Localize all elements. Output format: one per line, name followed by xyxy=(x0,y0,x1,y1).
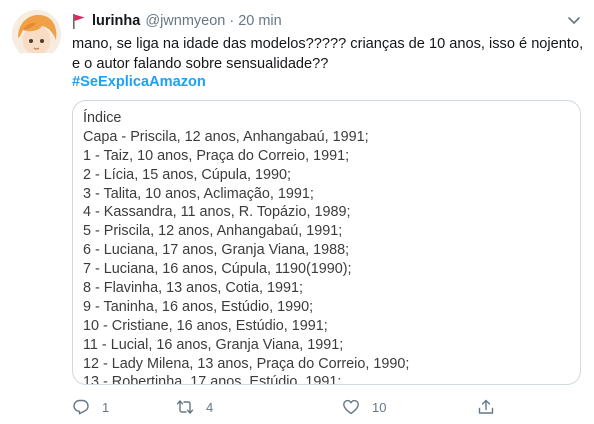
document-line: 4 - Kassandra, 11 anos, R. Topázio, 1989… xyxy=(83,204,351,221)
user-handle[interactable]: @jwnmyeon xyxy=(145,13,225,29)
document-line: 7 - Luciana, 16 anos, Cúpula, 1190(1990)… xyxy=(83,261,352,278)
document-text: Índice Capa - Priscila, 12 anos, Anhanga… xyxy=(83,109,410,385)
red-flag-icon xyxy=(73,14,85,29)
document-line: 8 - Flavinha, 13 anos, Cotia, 1991; xyxy=(83,280,303,297)
document-line: 10 - Cristiane, 16 anos, Estúdio, 1991; xyxy=(83,317,328,334)
document-line: Capa - Priscila, 12 anos, Anhangabaú, 19… xyxy=(83,128,369,145)
share-button[interactable] xyxy=(477,397,495,417)
retweet-button[interactable]: 4 xyxy=(176,397,213,417)
retweet-count: 4 xyxy=(206,399,214,415)
share-icon xyxy=(478,399,494,414)
document-line: 5 - Priscila, 12 anos, Anhangabaú, 1991; xyxy=(83,223,343,240)
document-line: 11 - Lucial, 16 anos, Granja Viana, 1991… xyxy=(83,336,344,353)
chevron-down-icon[interactable] xyxy=(566,12,582,28)
document-line: 2 - Lícia, 15 anos, Cúpula, 1990; xyxy=(83,166,292,183)
display-name[interactable]: lurinha xyxy=(92,13,140,29)
timestamp[interactable]: 20 min xyxy=(238,13,282,29)
document-line: Índice xyxy=(83,110,122,126)
reply-button[interactable]: 1 xyxy=(72,397,109,417)
attached-image[interactable]: Índice Capa - Priscila, 12 anos, Anhanga… xyxy=(72,100,581,385)
document-line: 13 - Robertinha, 17 anos, Estúdio, 1991; xyxy=(83,374,342,385)
tweet-text: mano, se liga na idade das modelos????? … xyxy=(72,36,584,72)
heart-icon xyxy=(343,399,359,415)
separator: · xyxy=(229,13,235,29)
reply-icon xyxy=(73,399,89,415)
document-line: 6 - Luciana, 17 anos, Granja Viana, 1988… xyxy=(83,242,350,259)
retweet-icon xyxy=(176,400,194,414)
like-count: 10 xyxy=(372,399,387,415)
like-button[interactable]: 10 xyxy=(342,397,386,417)
action-bar: 1 4 10 xyxy=(72,397,495,417)
document-line: 9 - Taninha, 16 anos, Estúdio, 1990; xyxy=(83,298,314,315)
tweet-header: lurinha @jwnmyeon · 20 min xyxy=(72,11,282,31)
document-line: 1 - Taiz, 10 anos, Praça do Correio, 199… xyxy=(83,147,350,164)
avatar[interactable] xyxy=(12,10,61,59)
hashtag-link[interactable]: #SeExplicaAmazon xyxy=(72,73,206,93)
tweet[interactable]: lurinha @jwnmyeon · 20 min mano, se liga… xyxy=(0,0,594,424)
reply-count: 1 xyxy=(102,399,110,415)
document-line: 3 - Talita, 10 anos, Aclimação, 1991; xyxy=(83,185,314,202)
document-line: 12 - Lady Milena, 13 anos, Praça do Corr… xyxy=(83,355,410,372)
